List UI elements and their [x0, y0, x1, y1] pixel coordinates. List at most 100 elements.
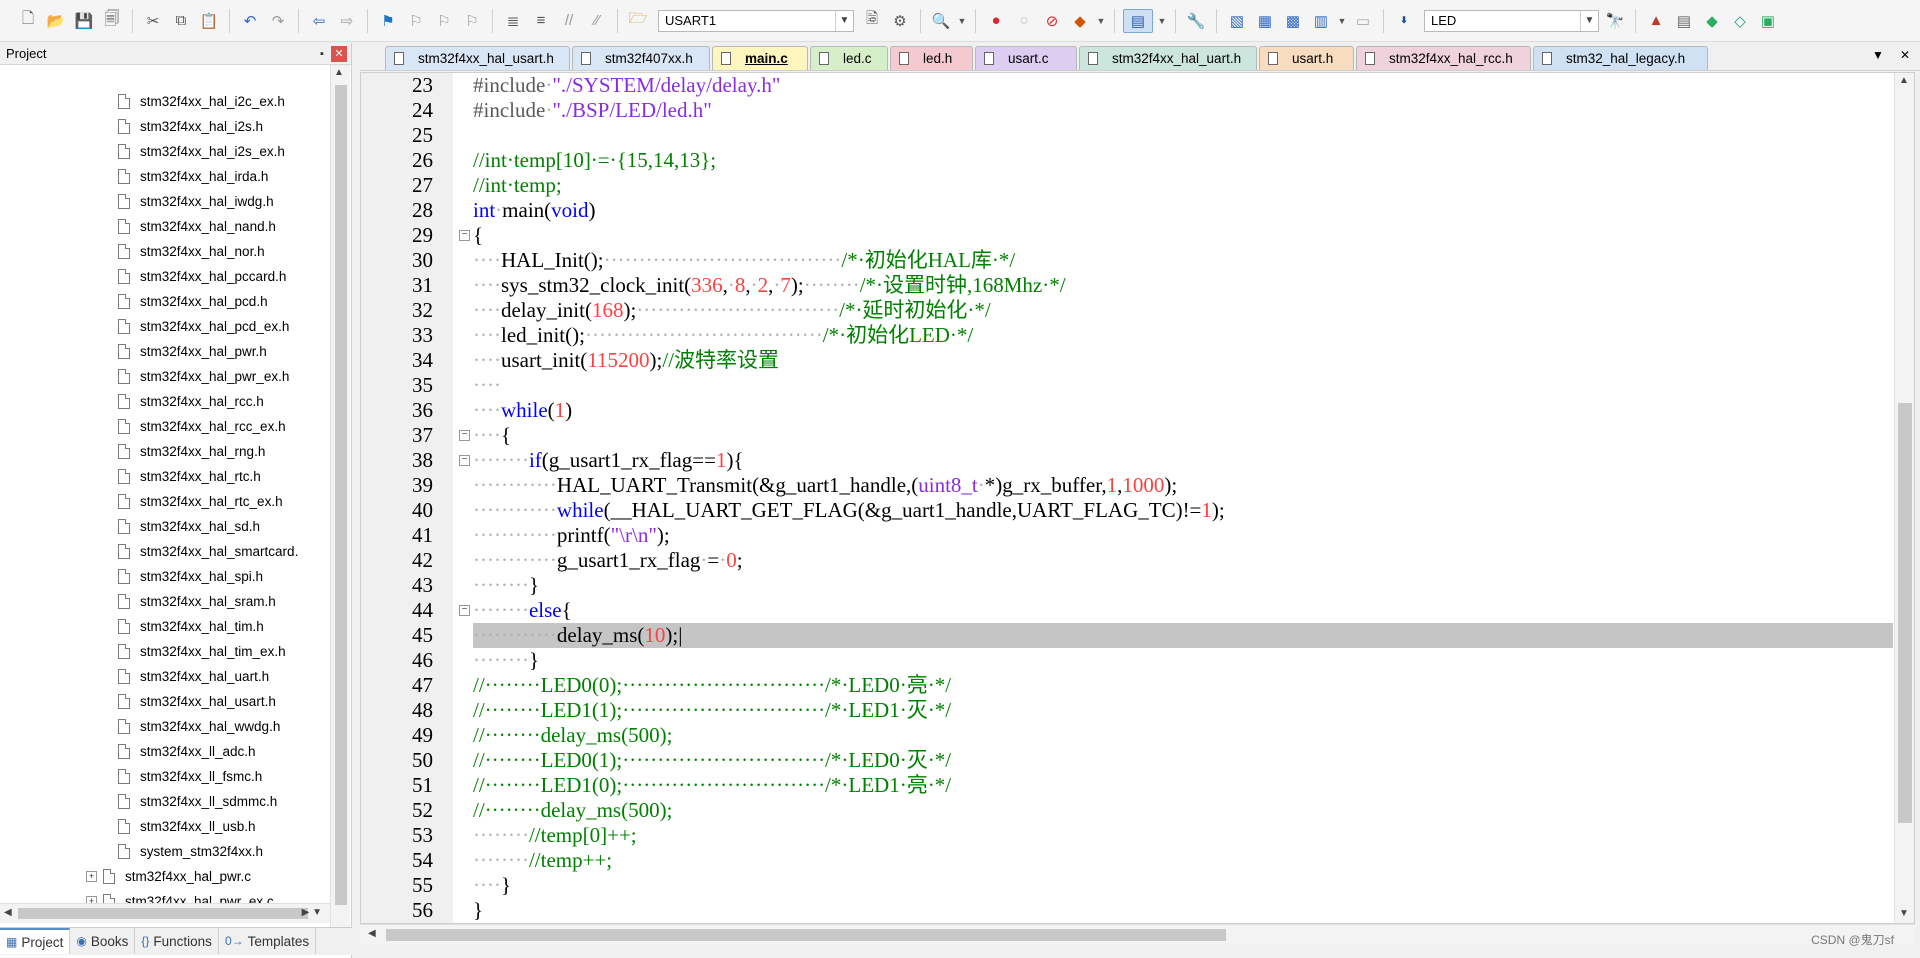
- panel-tab-templates[interactable]: 0→ Templates: [219, 928, 317, 954]
- find-in-files-icon[interactable]: 🗁: [626, 9, 650, 33]
- find-icon[interactable]: 🔭: [1603, 9, 1627, 33]
- scroll-thumb[interactable]: [1898, 403, 1912, 823]
- bookmark-next-icon[interactable]: ⚐: [432, 9, 456, 33]
- redo-icon[interactable]: ↷: [266, 9, 290, 33]
- load-icon[interactable]: ⬇: [1392, 9, 1416, 33]
- scroll-thumb[interactable]: [386, 929, 1226, 941]
- bookmark-prev-icon[interactable]: ⚐: [404, 9, 428, 33]
- tree-file-item[interactable]: stm32f4xx_ll_sdmmc.h: [118, 791, 277, 811]
- tree-file-item[interactable]: stm32f4xx_hal_nor.h: [118, 241, 265, 261]
- new-file-icon[interactable]: 🗋: [16, 9, 40, 33]
- tree-file-item[interactable]: stm32f4xx_hal_pcd_ex.h: [118, 316, 289, 336]
- editor-tab[interactable]: stm32_hal_legacy.h: [1533, 46, 1708, 70]
- tab-list-dropdown-icon[interactable]: ▼: [1872, 48, 1884, 62]
- pack-components-icon[interactable]: ▣: [1756, 9, 1780, 33]
- scroll-left-icon[interactable]: ◀: [4, 907, 12, 918]
- editor-tab[interactable]: stm32f4xx_hal_rcc.h: [1356, 46, 1531, 70]
- undo-icon[interactable]: ↶: [238, 9, 262, 33]
- save-icon[interactable]: 💾: [72, 9, 96, 33]
- tree-file-item[interactable]: stm32f4xx_hal_spi.h: [118, 566, 263, 586]
- tree-file-item[interactable]: stm32f4xx_hal_nand.h: [118, 216, 276, 236]
- tree-file-item[interactable]: stm32f4xx_ll_adc.h: [118, 741, 256, 761]
- editor-horizontal-scrollbar[interactable]: ◀: [360, 924, 1915, 944]
- tree-file-item[interactable]: stm32f4xx_hal_wwdg.h: [118, 716, 280, 736]
- breakpoint-kill-icon[interactable]: ⊘: [1040, 9, 1064, 33]
- indent-icon[interactable]: ≣: [501, 9, 525, 33]
- tree-file-item[interactable]: stm32f4xx_hal_sram.h: [118, 591, 276, 611]
- comment-icon[interactable]: //: [557, 9, 581, 33]
- code-editor[interactable]: 23 24 25 26 27 28 29 30 31 32 33 34 35 36 37 38 39 40 41 42…: [360, 72, 1915, 924]
- pack-installer-icon[interactable]: ▲: [1644, 9, 1668, 33]
- tree-file-item[interactable]: stm32f4xx_hal_rcc_ex.h: [118, 416, 286, 436]
- tree-file-item[interactable]: system_stm32f4xx.h: [118, 841, 263, 861]
- breakpoint-clear-icon[interactable]: ◆: [1068, 9, 1092, 33]
- editor-tab[interactable]: led.h: [890, 46, 973, 70]
- tree-file-item[interactable]: stm32f4xx_hal_pccard.h: [118, 266, 286, 286]
- find-combo[interactable]: LED ▼: [1424, 9, 1599, 32]
- panel-tab-books[interactable]: ◉ Books: [70, 928, 136, 954]
- select-packs-icon[interactable]: ◇: [1728, 9, 1752, 33]
- tree-file-item[interactable]: stm32f4xx_hal_i2s.h: [118, 116, 263, 136]
- unindent-icon[interactable]: ≡: [529, 9, 553, 33]
- chevron-down-icon[interactable]: ▼: [835, 10, 853, 31]
- editor-tab[interactable]: stm32f4xx_hal_uart.h: [1079, 46, 1257, 70]
- panel-tab-functions[interactable]: {} Functions: [135, 928, 219, 954]
- tree-file-item[interactable]: stm32f4xx_hal_pcd.h: [118, 291, 268, 311]
- tree-file-item[interactable]: stm32f4xx_hal_pwr_ex.h: [118, 366, 289, 386]
- nav-back-icon[interactable]: ⇦: [307, 9, 331, 33]
- editor-tab[interactable]: usart.c: [975, 46, 1077, 70]
- chevron-down-icon[interactable]: ▼: [1157, 9, 1167, 33]
- copy-icon[interactable]: ⧉: [169, 9, 193, 33]
- tree-source-item[interactable]: + stm32f4xx_hal_pwr.c: [86, 866, 251, 886]
- translate-icon[interactable]: ▧: [1225, 9, 1249, 33]
- uncomment-icon[interactable]: ⁄⁄: [585, 9, 609, 33]
- fold-toggle-icon[interactable]: −: [459, 605, 470, 616]
- close-tab-icon[interactable]: ✕: [1900, 48, 1910, 62]
- pin-icon[interactable]: ▪: [313, 48, 331, 60]
- tree-file-item[interactable]: stm32f4xx_hal_smartcard.: [118, 541, 298, 561]
- tree-file-item[interactable]: stm32f4xx_hal_usart.h: [118, 691, 276, 711]
- expand-icon[interactable]: +: [86, 870, 97, 882]
- scroll-thumb[interactable]: [335, 85, 347, 905]
- tree-file-item[interactable]: stm32f4xx_hal_tim_ex.h: [118, 641, 286, 661]
- scroll-up-icon[interactable]: ▲: [1899, 75, 1909, 86]
- editor-tab[interactable]: stm32f407xx.h: [572, 46, 710, 70]
- bookmark-icon[interactable]: ⚑: [376, 9, 400, 33]
- configure-icon[interactable]: ⚙: [888, 9, 912, 33]
- tree-file-item[interactable]: stm32f4xx_hal_pwr.h: [118, 341, 267, 361]
- tree-file-item[interactable]: stm32f4xx_hal_rtc_ex.h: [118, 491, 283, 511]
- fold-toggle-icon[interactable]: −: [459, 230, 470, 241]
- manage-project-icon[interactable]: ▤: [1672, 9, 1696, 33]
- editor-tab[interactable]: usart.h: [1259, 46, 1354, 70]
- wrench-icon[interactable]: 🔧: [1184, 9, 1208, 33]
- tree-file-item[interactable]: stm32f4xx_hal_i2s_ex.h: [118, 141, 285, 161]
- stop-build-icon[interactable]: ▭: [1351, 9, 1375, 33]
- tree-file-item[interactable]: stm32f4xx_hal_rng.h: [118, 441, 265, 461]
- tree-file-item[interactable]: stm32f4xx_hal_irda.h: [118, 166, 268, 186]
- tree-horizontal-scrollbar[interactable]: ◀ ▶ ▼: [0, 903, 330, 923]
- breakpoint-icon[interactable]: ●: [984, 9, 1008, 33]
- scroll-left-icon[interactable]: ◀: [368, 928, 376, 939]
- build-options-icon[interactable]: 🗟: [860, 9, 884, 33]
- scroll-down-icon[interactable]: ▼: [1899, 908, 1909, 919]
- project-tree[interactable]: stm32f4xx_hal_i2c_ex.h stm32f4xx_hal_i2s.…: [0, 65, 330, 945]
- open-folder-icon[interactable]: 📂: [44, 9, 68, 33]
- close-icon[interactable]: ✕: [331, 45, 347, 62]
- code-area[interactable]: #include·"./SYSTEM/delay/delay.h" #inclu…: [473, 73, 1893, 923]
- breakpoint-disable-icon[interactable]: ○: [1012, 9, 1036, 33]
- tree-file-item[interactable]: stm32f4xx_ll_fsmc.h: [118, 766, 262, 786]
- fold-toggle-icon[interactable]: −: [459, 430, 470, 441]
- batch-build-icon[interactable]: ▥: [1309, 9, 1333, 33]
- tree-file-item[interactable]: stm32f4xx_hal_i2c_ex.h: [118, 91, 285, 111]
- scroll-up-icon[interactable]: ▲: [334, 67, 344, 78]
- tree-scrollbar[interactable]: ▲: [330, 65, 350, 945]
- tree-file-item[interactable]: stm32f4xx_hal_iwdg.h: [118, 191, 274, 211]
- editor-scrollbar[interactable]: ▲ ▼: [1894, 73, 1914, 923]
- tree-file-item[interactable]: stm32f4xx_hal_rtc.h: [118, 466, 261, 486]
- tree-file-item[interactable]: stm32f4xx_hal_rcc.h: [118, 391, 264, 411]
- tree-file-item[interactable]: stm32f4xx_hal_sd.h: [118, 516, 260, 536]
- rebuild-icon[interactable]: ▩: [1281, 9, 1305, 33]
- editor-tab[interactable]: led.c: [810, 46, 888, 70]
- paste-icon[interactable]: 📋: [197, 9, 221, 33]
- fold-toggle-icon[interactable]: −: [459, 455, 470, 466]
